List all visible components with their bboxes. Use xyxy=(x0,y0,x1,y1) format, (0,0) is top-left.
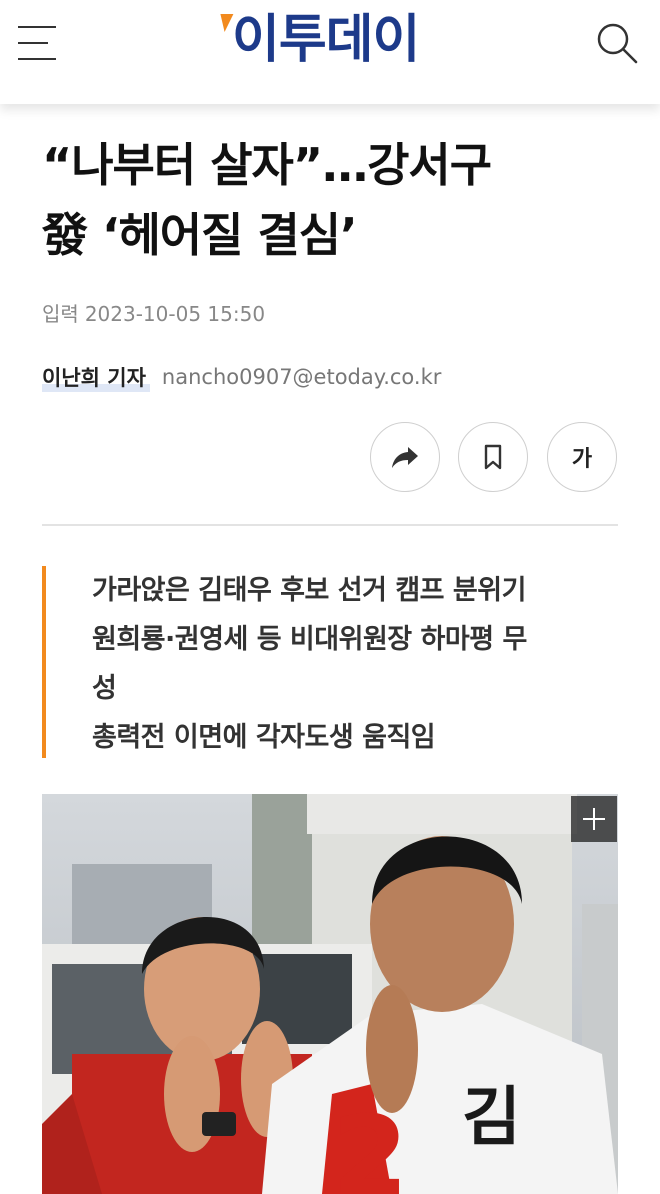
reporter-name[interactable]: 이난희 기자 xyxy=(42,362,150,392)
site-header: 이투데이 xyxy=(0,0,660,104)
logo-mark-icon xyxy=(215,14,234,32)
summary-line: 성 xyxy=(92,673,117,704)
search-icon[interactable] xyxy=(594,20,640,66)
article-summary: 가라앉은 김태우 후보 선거 캠프 분위기 원희룡·권영세 등 비대위원장 하마… xyxy=(42,566,618,758)
summary-line: 원희룡·권영세 등 비대위원장 하마평 무 xyxy=(92,624,527,655)
publish-date: 입력 2023-10-05 15:50 xyxy=(42,298,265,327)
hamburger-menu-icon[interactable] xyxy=(18,22,58,64)
article-headline: “나부터 살자”…강서구 發 ‘헤어질 결심’ xyxy=(42,130,622,270)
bookmark-icon xyxy=(484,444,502,470)
share-button[interactable] xyxy=(370,422,440,492)
summary-line: 가라앉은 김태우 후보 선거 캠프 분위기 xyxy=(92,575,526,606)
section-divider xyxy=(42,524,618,526)
jacket-number: 2 xyxy=(332,1092,409,1194)
share-icon xyxy=(392,447,418,468)
publish-date-label: 입력 xyxy=(42,302,79,326)
summary-line: 총력전 이면에 각자도생 움직임 xyxy=(92,722,436,753)
photo-expand-button[interactable] xyxy=(571,796,617,842)
plus-icon xyxy=(583,808,605,830)
jacket-name: 김 xyxy=(462,1081,521,1155)
font-size-button[interactable]: 가 xyxy=(547,422,617,492)
headline-line-1: “나부터 살자”…강서구 xyxy=(42,138,492,192)
headline-line-2: 發 ‘헤어질 결심’ xyxy=(42,208,358,262)
bookmark-button[interactable] xyxy=(458,422,528,492)
article-photo[interactable]: 2 김 xyxy=(42,794,618,1194)
reporter-email[interactable]: nancho0907@etoday.co.kr xyxy=(162,365,441,389)
logo-text: 이투데이 xyxy=(232,10,420,70)
font-size-label: 가 xyxy=(571,447,593,472)
byline: 이난희 기자 nancho0907@etoday.co.kr xyxy=(42,362,441,392)
publish-date-value: 2023-10-05 15:50 xyxy=(84,302,266,326)
